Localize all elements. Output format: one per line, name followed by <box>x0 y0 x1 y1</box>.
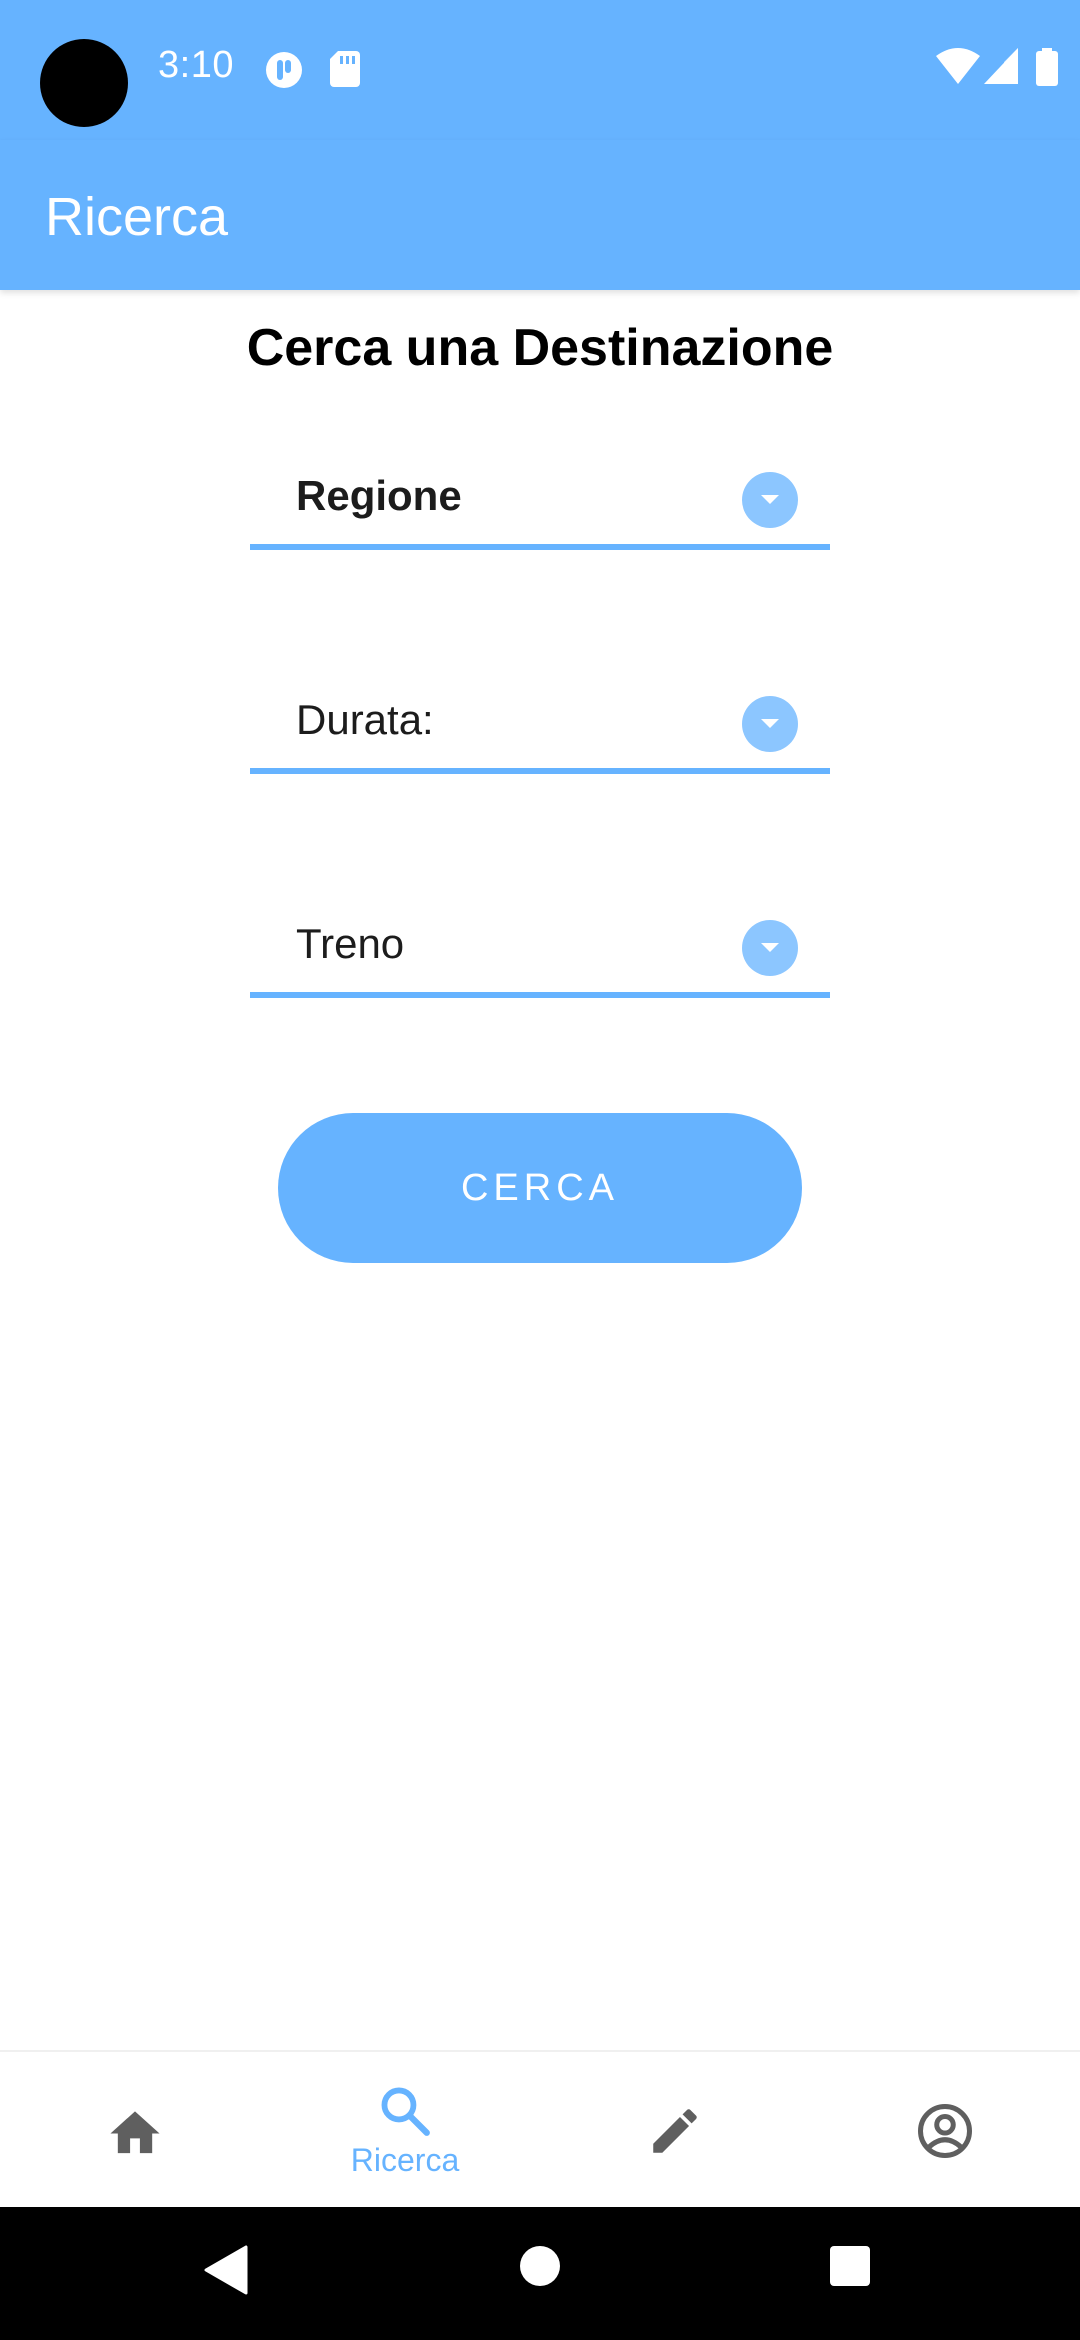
account-icon <box>917 2103 973 2158</box>
camera-cutout <box>40 39 128 127</box>
back-icon[interactable] <box>204 2245 248 2295</box>
app-bar: Ricerca <box>0 140 1080 290</box>
search-button[interactable]: CERCA <box>278 1113 802 1263</box>
status-bar: 3:10 <box>0 0 1080 140</box>
chevron-down-icon[interactable] <box>742 472 798 528</box>
system-navigation-bar <box>0 2207 1080 2340</box>
sd-card-icon <box>330 51 360 87</box>
home-icon <box>110 2110 160 2153</box>
nav-item-label: Ricerca <box>350 2142 460 2178</box>
battery-icon <box>1036 48 1058 86</box>
notification-app-icon <box>266 52 302 88</box>
dropdown-value: Durata: <box>296 696 434 743</box>
page-heading: Cerca una Destinazione <box>246 319 834 377</box>
nav-item-edit[interactable] <box>540 2052 810 2209</box>
wifi-icon <box>936 48 980 84</box>
dropdown-value: Regione <box>296 472 462 519</box>
chevron-down-icon[interactable] <box>742 920 798 976</box>
treno-dropdown[interactable]: Treno <box>250 898 830 998</box>
chevron-down-icon[interactable] <box>742 696 798 752</box>
search-icon <box>381 2087 430 2136</box>
bottom-navigation: Ricerca <box>0 2050 1080 2207</box>
app-title: Ricerca <box>45 187 229 247</box>
regione-dropdown[interactable]: Regione <box>250 450 830 550</box>
cell-signal-icon <box>984 48 1018 84</box>
screen: 3:10 Ricerca Cerca una Destinazione Regi… <box>0 0 1080 2340</box>
home-circle-icon[interactable] <box>519 2245 561 2287</box>
dropdown-value: Treno <box>296 920 405 967</box>
nav-item-home[interactable] <box>0 2052 270 2209</box>
status-time: 3:10 <box>158 44 234 86</box>
pencil-icon <box>653 2108 697 2153</box>
recents-icon[interactable] <box>829 2245 871 2287</box>
durata-dropdown[interactable]: Durata: <box>250 674 830 774</box>
nav-item-ricerca[interactable]: Ricerca <box>270 2052 540 2209</box>
nav-item-profile[interactable] <box>810 2052 1080 2209</box>
